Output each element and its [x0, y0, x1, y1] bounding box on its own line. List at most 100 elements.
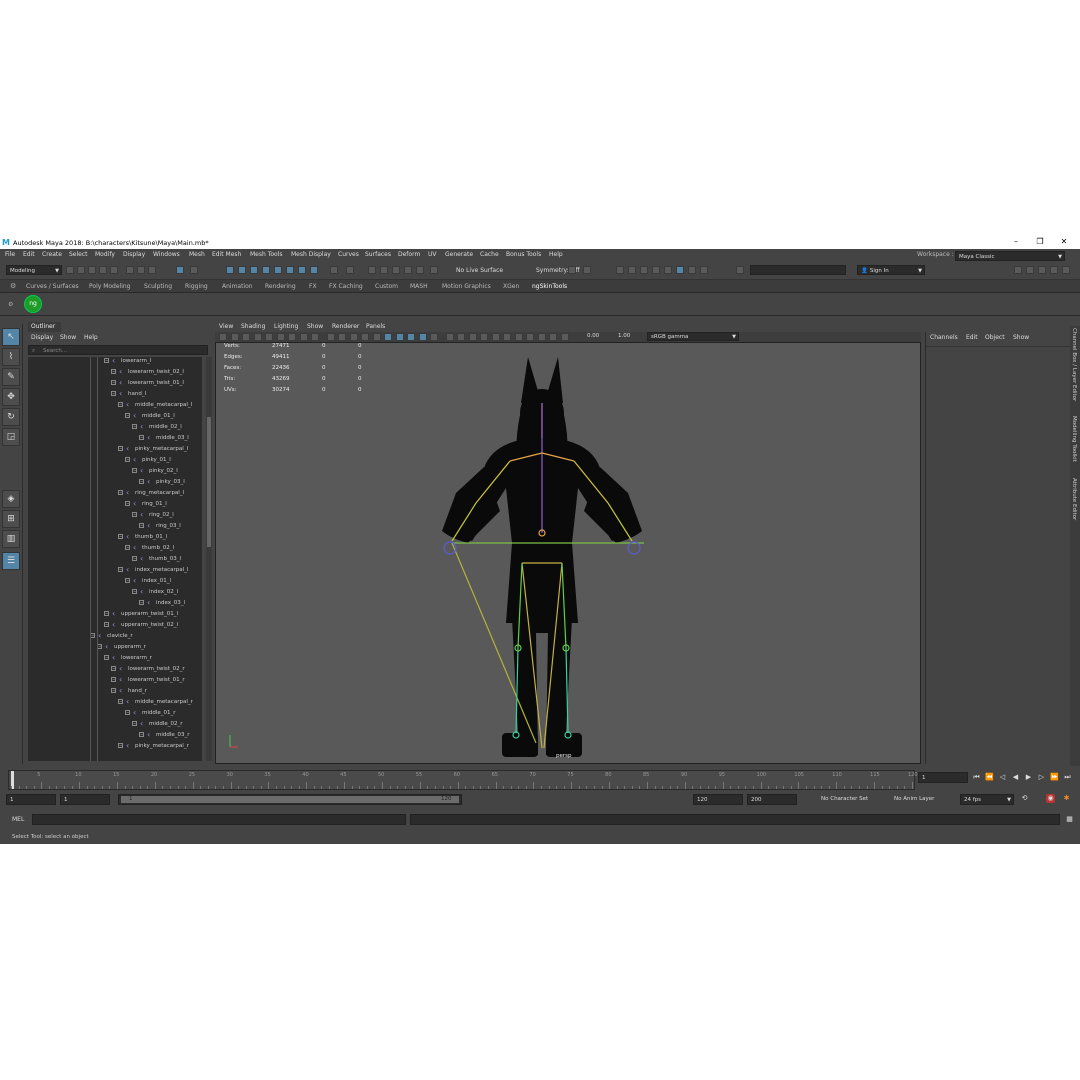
- hypershade-icon[interactable]: [664, 266, 672, 274]
- step-back-key-icon[interactable]: ⏪: [985, 773, 994, 782]
- menu-file[interactable]: File: [5, 251, 15, 258]
- viewport-tool-icon[interactable]: [537, 333, 546, 341]
- history-icon[interactable]: [368, 266, 376, 274]
- outliner-item[interactable]: − ‹ middle_02_r: [132, 719, 183, 730]
- paint-select-icon[interactable]: ✎: [2, 368, 20, 386]
- range-bar[interactable]: 1 120: [118, 794, 462, 805]
- menu-select[interactable]: Select: [69, 251, 88, 258]
- scale-tool-icon[interactable]: ◲: [2, 428, 20, 446]
- menu-mesh[interactable]: Mesh: [189, 251, 205, 258]
- select-component-icon[interactable]: [148, 266, 156, 274]
- close-icon[interactable]: ✕: [1054, 237, 1074, 246]
- render-view-icon[interactable]: [676, 266, 684, 274]
- lock-icon[interactable]: [330, 266, 338, 274]
- command-input[interactable]: [32, 814, 406, 825]
- expand-toggle-icon[interactable]: −: [139, 523, 144, 528]
- viewport-tool-icon[interactable]: [219, 333, 227, 341]
- select-by-joint-icon[interactable]: [190, 266, 198, 274]
- expand-toggle-icon[interactable]: −: [132, 468, 137, 473]
- outliner-item[interactable]: − ‹ hand_l: [111, 389, 146, 400]
- modeling-toolkit-icon[interactable]: [1014, 266, 1022, 274]
- save-scene-icon[interactable]: [88, 266, 96, 274]
- viewport-tool-icon[interactable]: [395, 333, 404, 341]
- tab-fx-caching[interactable]: FX Caching: [329, 283, 363, 290]
- menuset-dropdown[interactable]: Modeling ▼: [6, 265, 62, 275]
- viewport-tool-icon[interactable]: [468, 333, 477, 341]
- viewport-tool-icon[interactable]: [288, 333, 296, 341]
- outliner-item[interactable]: − ‹ middle_01_l: [125, 411, 175, 422]
- render-sequence-icon[interactable]: [628, 266, 636, 274]
- snap-point-icon[interactable]: [250, 266, 258, 274]
- outliner-item[interactable]: − ‹ pinky_03_l: [139, 477, 185, 488]
- camera-icon[interactable]: [568, 266, 576, 274]
- viewport-tool-icon[interactable]: [445, 333, 454, 341]
- outliner-item[interactable]: − ‹ lowerarm_l: [104, 357, 151, 367]
- scrollbar-thumb[interactable]: [207, 417, 211, 547]
- shelf-menu-icon[interactable]: ⚙: [8, 301, 13, 308]
- viewport-tool-icon[interactable]: [349, 333, 358, 341]
- layout-icon[interactable]: [583, 266, 591, 274]
- outliner-item[interactable]: − ‹ middle_01_r: [125, 708, 176, 719]
- outliner-item[interactable]: − ‹ lowerarm_twist_02_r: [111, 664, 185, 675]
- outliner-item[interactable]: − ‹ pinky_metacarpal_r: [118, 741, 189, 752]
- outliner-item[interactable]: − ‹ pinky_metacarpal_l: [118, 444, 188, 455]
- ngskintools-button[interactable]: ng: [24, 295, 42, 313]
- viewport-tool-icon[interactable]: [326, 333, 335, 341]
- open-scene-icon[interactable]: [77, 266, 85, 274]
- loop-icon[interactable]: ⟲: [1020, 794, 1029, 803]
- outliner-item[interactable]: − ‹ ring_01_l: [125, 499, 167, 510]
- viewport-tool-icon[interactable]: [430, 333, 438, 341]
- expand-toggle-icon[interactable]: −: [132, 556, 137, 561]
- tab-motion-graphics[interactable]: Motion Graphics: [442, 283, 491, 290]
- viewport-tool-icon[interactable]: [384, 333, 392, 341]
- viewport-tool-icon[interactable]: [514, 333, 523, 341]
- viewport-tool-icon[interactable]: [253, 333, 262, 341]
- tab-ngskintools[interactable]: ngSkinTools: [532, 283, 567, 290]
- outliner-menu-help[interactable]: Help: [84, 334, 98, 341]
- expand-toggle-icon[interactable]: −: [111, 666, 116, 671]
- tool-settings-icon[interactable]: [1038, 266, 1046, 274]
- attribute-editor-icon[interactable]: [1026, 266, 1034, 274]
- viewport-tool-icon[interactable]: [457, 333, 465, 341]
- expand-toggle-icon[interactable]: −: [118, 446, 123, 451]
- command-language[interactable]: MEL: [12, 816, 24, 823]
- tab-custom[interactable]: Custom: [375, 283, 398, 290]
- select-tool-icon[interactable]: ↖: [2, 328, 20, 346]
- start-time-field[interactable]: 1: [6, 794, 56, 805]
- viewport-tool-icon[interactable]: [407, 333, 415, 341]
- outliner-item[interactable]: − ‹ pinky_02_l: [132, 466, 178, 477]
- expand-toggle-icon[interactable]: −: [111, 380, 116, 385]
- expand-toggle-icon[interactable]: −: [111, 677, 116, 682]
- tab-curves-surfaces[interactable]: Curves / Surfaces: [26, 283, 79, 290]
- viewport-menu-lighting[interactable]: Lighting: [274, 323, 298, 330]
- viewport-tool-icon[interactable]: [276, 333, 285, 341]
- outliner-item[interactable]: − ‹ lowerarm_twist_02_l: [111, 367, 184, 378]
- gamma-value[interactable]: 1.00: [618, 333, 630, 339]
- menu-modify[interactable]: Modify: [95, 251, 115, 258]
- timeline-track[interactable]: 5 10 15 20 25 30 35 40 45 50 55 60 65 70 75 80 85 90 95 100…: [8, 770, 918, 790]
- tab-attribute-editor[interactable]: Attribute Editor: [1071, 478, 1077, 520]
- viewport-menu-view[interactable]: View: [219, 323, 233, 330]
- expand-toggle-icon[interactable]: −: [132, 424, 137, 429]
- outliner-item[interactable]: − ‹ ring_metacarpal_l: [118, 488, 184, 499]
- channel-box-icon[interactable]: [1050, 266, 1058, 274]
- outliner-item[interactable]: − ‹ lowerarm_r: [104, 653, 152, 664]
- anim-prefs-icon[interactable]: ✱: [1062, 794, 1071, 803]
- outliner-item[interactable]: − ‹ middle_metacarpal_r: [118, 697, 193, 708]
- command-search-field[interactable]: [750, 265, 846, 275]
- viewport-tool-icon[interactable]: [338, 333, 346, 341]
- outliner-search-input[interactable]: ⌕ Search...: [28, 345, 208, 355]
- expand-toggle-icon[interactable]: −: [118, 699, 123, 704]
- redo-icon[interactable]: [110, 266, 118, 274]
- render-settings-icon[interactable]: [652, 266, 660, 274]
- menu-cache[interactable]: Cache: [480, 251, 499, 258]
- select-object-icon[interactable]: [137, 266, 145, 274]
- go-to-end-icon[interactable]: ⏭: [1063, 773, 1072, 782]
- gear-icon[interactable]: [1062, 266, 1070, 274]
- workspace-dropdown[interactable]: Maya Classic ▼: [955, 251, 1065, 261]
- menu-curves[interactable]: Curves: [338, 251, 359, 258]
- viewport-tool-icon[interactable]: [418, 333, 427, 341]
- tab-xgen[interactable]: XGen: [503, 283, 519, 290]
- sign-in-button[interactable]: 👤 Sign In ▼: [857, 265, 925, 275]
- expand-toggle-icon[interactable]: −: [118, 534, 123, 539]
